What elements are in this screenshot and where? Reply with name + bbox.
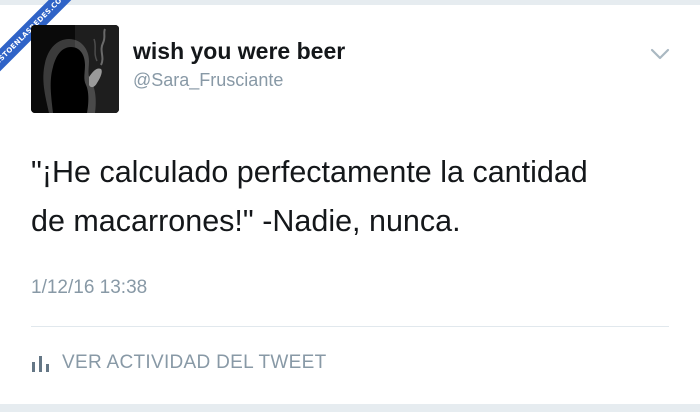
- activity-label: VER ACTIVIDAD DEL TWEET: [62, 352, 327, 373]
- user-handle[interactable]: @Sara_Frusciante: [133, 70, 283, 91]
- tweet-card: VISTOENLASREDES.COM wish you were beer @…: [0, 0, 700, 412]
- frame-bottom-border: [0, 404, 700, 412]
- divider: [31, 326, 669, 327]
- chevron-down-icon[interactable]: [648, 44, 672, 64]
- display-name[interactable]: wish you were beer: [133, 38, 345, 65]
- avatar-image: [31, 25, 119, 113]
- frame-top-border: [0, 0, 700, 5]
- tweet-text-line-1: "¡He calculado perfectamente la cantidad: [31, 155, 588, 189]
- tweet-text: "¡He calculado perfectamente la cantidad…: [31, 148, 681, 246]
- view-tweet-activity-button[interactable]: VER ACTIVIDAD DEL TWEET: [31, 350, 327, 376]
- bar-chart-icon: [31, 354, 51, 372]
- tweet-text-line-2: de macarrones!" -Nadie, nunca.: [31, 204, 461, 238]
- tweet-timestamp[interactable]: 1/12/16 13:38: [31, 277, 147, 299]
- avatar[interactable]: [31, 25, 119, 113]
